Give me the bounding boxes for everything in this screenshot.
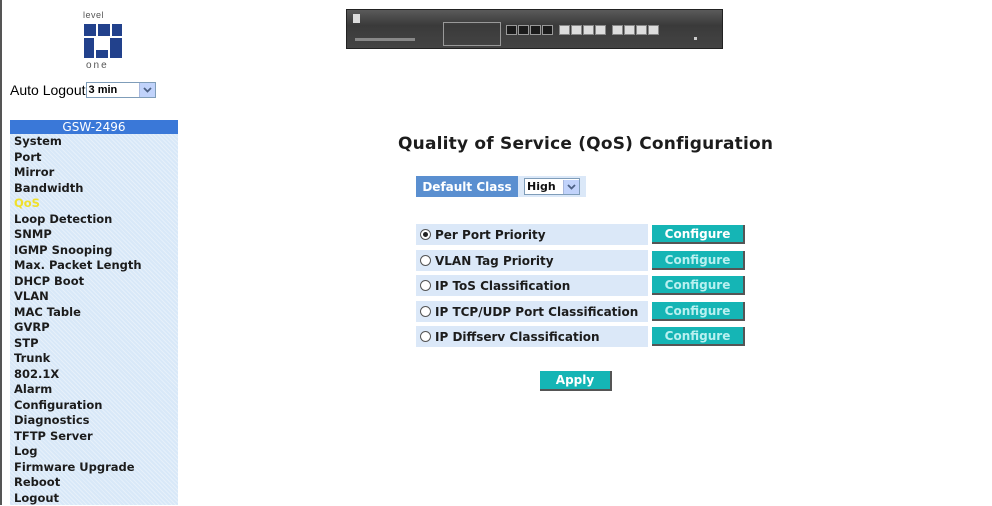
configure-button[interactable]: Configure [652, 302, 745, 321]
left-frame: level one Auto Logout 3 min GSW-2496 Sys… [0, 0, 186, 505]
qos-option-row[interactable]: VLAN Tag Priority [416, 250, 648, 271]
logo-one-text: one [86, 60, 109, 71]
qos-option-label: IP TCP/UDP Port Classification [435, 305, 638, 319]
chevron-down-icon[interactable] [563, 180, 579, 194]
page-title: Quality of Service (QoS) Configuration [398, 134, 773, 154]
sidebar-item-trunk[interactable]: Trunk [10, 351, 178, 367]
configure-button[interactable]: Configure [652, 251, 745, 270]
radio-button[interactable] [420, 229, 431, 240]
sidebar-item-vlan[interactable]: VLAN [10, 289, 178, 305]
qos-option-label: IP ToS Classification [435, 279, 570, 293]
sidebar-item-bandwidth[interactable]: Bandwidth [10, 181, 178, 197]
sidebar-item-port[interactable]: Port [10, 150, 178, 166]
radio-button[interactable] [420, 331, 431, 342]
sidebar-item-stp[interactable]: STP [10, 336, 178, 352]
sidebar-item-firmware-upgrade[interactable]: Firmware Upgrade [10, 460, 178, 476]
sidebar-item-alarm[interactable]: Alarm [10, 382, 178, 398]
auto-logout: Auto Logout 3 min [10, 82, 156, 98]
sidebar-item-802-1x[interactable]: 802.1X [10, 367, 178, 383]
qos-option-label: VLAN Tag Priority [435, 254, 554, 268]
qos-option-label: Per Port Priority [435, 228, 546, 242]
configure-button[interactable]: Configure [652, 327, 745, 346]
logo-level-text: level [83, 10, 104, 20]
radio-selected-dot [423, 232, 428, 237]
default-class-select[interactable]: High [524, 178, 580, 195]
sidebar-item-mac-table[interactable]: MAC Table [10, 305, 178, 321]
levelone-logo: level one [82, 10, 126, 72]
sidebar-item-loop-detection[interactable]: Loop Detection [10, 212, 178, 228]
sidebar-item-configuration[interactable]: Configuration [10, 398, 178, 414]
qos-option-row[interactable]: Per Port Priority [416, 224, 648, 245]
switch-device-image [346, 9, 723, 49]
radio-button[interactable] [420, 255, 431, 266]
qos-option-row[interactable]: IP ToS Classification [416, 275, 648, 296]
default-class-value: High [527, 180, 556, 193]
sidebar-item-dhcp-boot[interactable]: DHCP Boot [10, 274, 178, 290]
sidebar-item-tftp-server[interactable]: TFTP Server [10, 429, 178, 445]
apply-button[interactable]: Apply [540, 371, 612, 391]
sidebar-item-system[interactable]: System [10, 134, 178, 150]
radio-button[interactable] [420, 280, 431, 291]
auto-logout-select[interactable]: 3 min [86, 82, 156, 98]
qos-option-label: IP Diffserv Classification [435, 330, 600, 344]
qos-option-row[interactable]: IP Diffserv Classification [416, 326, 648, 347]
sidebar-menu: SystemPortMirrorBandwidthQoSLoop Detecti… [10, 134, 178, 505]
sidebar-item-igmp-snooping[interactable]: IGMP Snooping [10, 243, 178, 259]
sidebar-item-log[interactable]: Log [10, 444, 178, 460]
sidebar-item-max-packet-length[interactable]: Max. Packet Length [10, 258, 178, 274]
auto-logout-value: 3 min [89, 84, 118, 96]
radio-button[interactable] [420, 306, 431, 317]
sidebar-item-gvrp[interactable]: GVRP [10, 320, 178, 336]
sidebar-item-mirror[interactable]: Mirror [10, 165, 178, 181]
chevron-down-icon[interactable] [139, 83, 155, 97]
sidebar-item-diagnostics[interactable]: Diagnostics [10, 413, 178, 429]
sidebar-item-qos[interactable]: QoS [10, 196, 178, 212]
sidebar-item-reboot[interactable]: Reboot [10, 475, 178, 491]
sidebar-title: GSW-2496 [10, 120, 178, 134]
sidebar-item-snmp[interactable]: SNMP [10, 227, 178, 243]
auto-logout-label: Auto Logout [10, 82, 86, 98]
sidebar-item-logout[interactable]: Logout [10, 491, 178, 506]
configure-button[interactable]: Configure [652, 276, 745, 295]
configure-button[interactable]: Configure [652, 225, 745, 244]
default-class-label: Default Class [416, 176, 518, 197]
qos-option-row[interactable]: IP TCP/UDP Port Classification [416, 301, 648, 322]
